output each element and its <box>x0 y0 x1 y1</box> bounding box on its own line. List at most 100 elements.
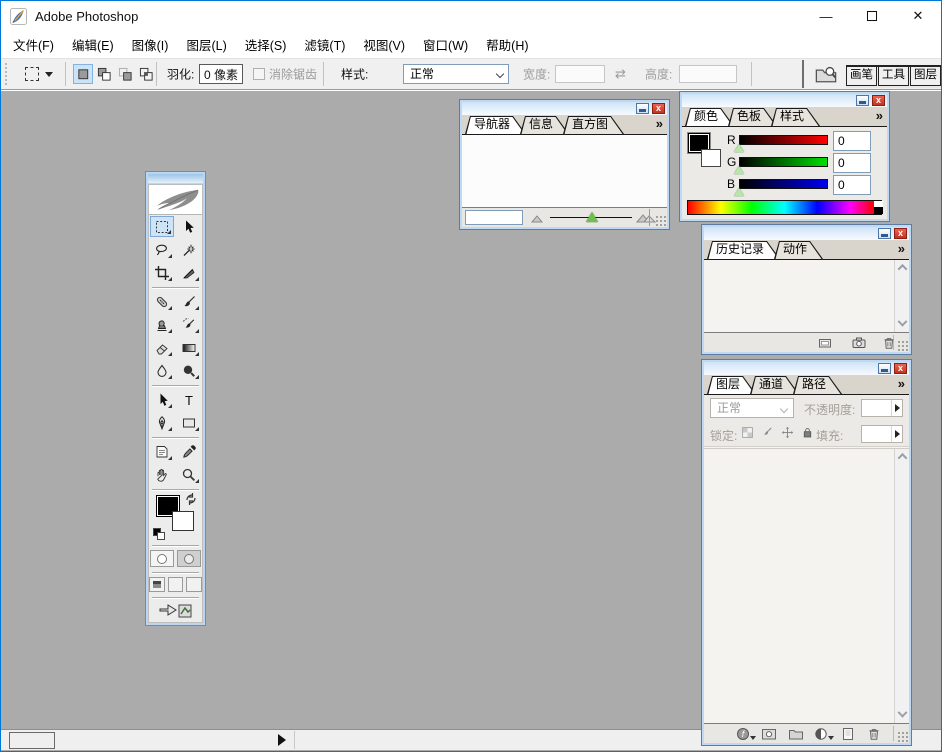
rectangle-shape-tool[interactable] <box>177 412 201 433</box>
slice-tool[interactable] <box>177 262 201 283</box>
channel-slider[interactable] <box>739 179 828 189</box>
status-menu-arrow-icon[interactable] <box>278 734 286 746</box>
scroll-up-icon[interactable] <box>895 260 909 275</box>
lasso-tool[interactable] <box>150 239 174 260</box>
lock-position-icon[interactable] <box>780 425 794 439</box>
standard-mode-button[interactable] <box>150 550 174 567</box>
lock-transparency-icon[interactable] <box>740 425 754 439</box>
magic-wand-tool[interactable] <box>177 239 201 260</box>
palette-tab[interactable]: 路径 <box>793 376 842 394</box>
file-browser-button[interactable] <box>811 61 841 87</box>
lock-image-icon[interactable] <box>760 425 774 439</box>
menu-item[interactable]: 图像(I) <box>123 35 178 54</box>
close-button[interactable]: ✕ <box>895 1 941 31</box>
default-colors-icon[interactable] <box>153 528 165 540</box>
blend-mode-select[interactable]: 正常 <box>710 398 794 418</box>
subtract-from-selection-button[interactable] <box>115 64 135 84</box>
new-selection-button[interactable] <box>73 64 93 84</box>
minimize-icon[interactable] <box>878 363 891 374</box>
palette-title-bar[interactable]: x <box>462 102 667 115</box>
blur-tool[interactable] <box>150 360 174 381</box>
fill-input[interactable] <box>861 425 903 443</box>
menu-item[interactable]: 窗口(W) <box>414 35 477 54</box>
hand-tool[interactable] <box>150 464 174 485</box>
palette-tab[interactable]: 颜色 <box>685 108 734 126</box>
menu-item[interactable]: 帮助(H) <box>477 35 537 54</box>
palette-menu-icon[interactable]: » <box>898 241 909 259</box>
antialias-checkbox[interactable] <box>253 68 265 80</box>
opacity-input[interactable] <box>861 399 903 417</box>
palette-tab[interactable]: 导航器 <box>465 116 526 134</box>
brush-tool[interactable] <box>177 291 201 312</box>
scroll-down-icon[interactable] <box>895 708 909 723</box>
delete-layer-button[interactable] <box>865 726 883 742</box>
spectrum-bw-end[interactable] <box>874 201 883 214</box>
menu-item[interactable]: 编辑(E) <box>63 35 123 54</box>
palette-tab[interactable]: 图层 <box>707 376 756 394</box>
clone-stamp-tool[interactable] <box>150 314 174 335</box>
menu-item[interactable]: 选择(S) <box>236 35 296 54</box>
swap-colors-icon[interactable] <box>185 493 197 505</box>
move-tool[interactable] <box>177 216 201 237</box>
minimize-icon[interactable] <box>636 103 649 114</box>
palette-title-bar[interactable]: x <box>704 362 909 375</box>
zoom-in-icon[interactable] <box>636 212 656 224</box>
palette-title-bar[interactable]: x <box>682 94 887 107</box>
tool-preset-picker[interactable] <box>16 62 62 86</box>
channel-slider-thumb[interactable] <box>734 188 744 196</box>
resize-grip[interactable] <box>897 731 908 742</box>
scrollbar[interactable] <box>894 449 909 723</box>
navigator-zoom-field[interactable] <box>465 210 523 225</box>
palette-well-tab[interactable]: 工具 <box>878 67 909 86</box>
channel-slider-thumb[interactable] <box>734 166 744 174</box>
add-to-selection-button[interactable] <box>94 64 114 84</box>
height-input[interactable] <box>679 65 737 83</box>
new-layer-button[interactable] <box>839 726 857 742</box>
standard-screen-mode-button[interactable] <box>149 577 165 592</box>
minimize-button[interactable]: — <box>803 1 849 31</box>
photoshop-feather-logo[interactable] <box>149 185 202 215</box>
palette-tab[interactable]: 直方图 <box>563 116 624 134</box>
healing-brush-tool[interactable] <box>150 291 174 312</box>
delete-button[interactable] <box>880 335 898 351</box>
crop-tool[interactable] <box>150 262 174 283</box>
channel-value-input[interactable] <box>833 153 871 173</box>
notes-tool[interactable] <box>150 441 174 462</box>
menu-item[interactable]: 文件(F) <box>4 35 63 54</box>
type-tool[interactable]: T <box>177 389 201 410</box>
scroll-down-icon[interactable] <box>895 317 909 332</box>
gradient-tool[interactable] <box>177 337 201 358</box>
new-group-button[interactable] <box>787 726 805 742</box>
background-color-swatch[interactable] <box>172 511 194 531</box>
zoom-slider-thumb[interactable] <box>586 212 598 222</box>
eyedropper-tool[interactable] <box>177 441 201 462</box>
minimize-icon[interactable] <box>856 95 869 106</box>
close-icon[interactable]: x <box>652 103 665 114</box>
channel-slider-thumb[interactable] <box>734 144 744 152</box>
palette-tab[interactable]: 色板 <box>728 108 777 126</box>
intersect-selection-button[interactable] <box>136 64 156 84</box>
edit-in-imageready-button[interactable] <box>156 602 196 620</box>
palette-well-tab[interactable]: 图层 <box>910 67 941 86</box>
channel-slider[interactable] <box>739 135 828 145</box>
color-spectrum-ramp[interactable] <box>687 200 882 215</box>
minimize-icon[interactable] <box>878 228 891 239</box>
channel-value-input[interactable] <box>833 131 871 151</box>
resize-grip[interactable] <box>655 215 666 226</box>
lock-all-icon[interactable] <box>800 425 814 439</box>
palette-tab[interactable]: 样式 <box>771 108 820 126</box>
palette-menu-icon[interactable]: » <box>876 108 887 126</box>
menu-item[interactable]: 图层(L) <box>177 35 235 54</box>
fullscreen-mode-button[interactable] <box>186 577 202 592</box>
channel-slider[interactable] <box>739 157 828 167</box>
add-layer-mask-button[interactable] <box>760 726 778 742</box>
palette-menu-icon[interactable]: » <box>656 116 667 134</box>
close-icon[interactable]: x <box>894 363 907 374</box>
maximize-button[interactable] <box>849 1 895 31</box>
quick-mask-mode-button[interactable] <box>177 550 201 567</box>
zoom-tool[interactable] <box>177 464 201 485</box>
scrollbar[interactable] <box>894 260 909 332</box>
menu-item[interactable]: 滤镜(T) <box>295 35 354 54</box>
path-selection-tool[interactable] <box>150 389 174 410</box>
scroll-up-icon[interactable] <box>895 449 909 464</box>
